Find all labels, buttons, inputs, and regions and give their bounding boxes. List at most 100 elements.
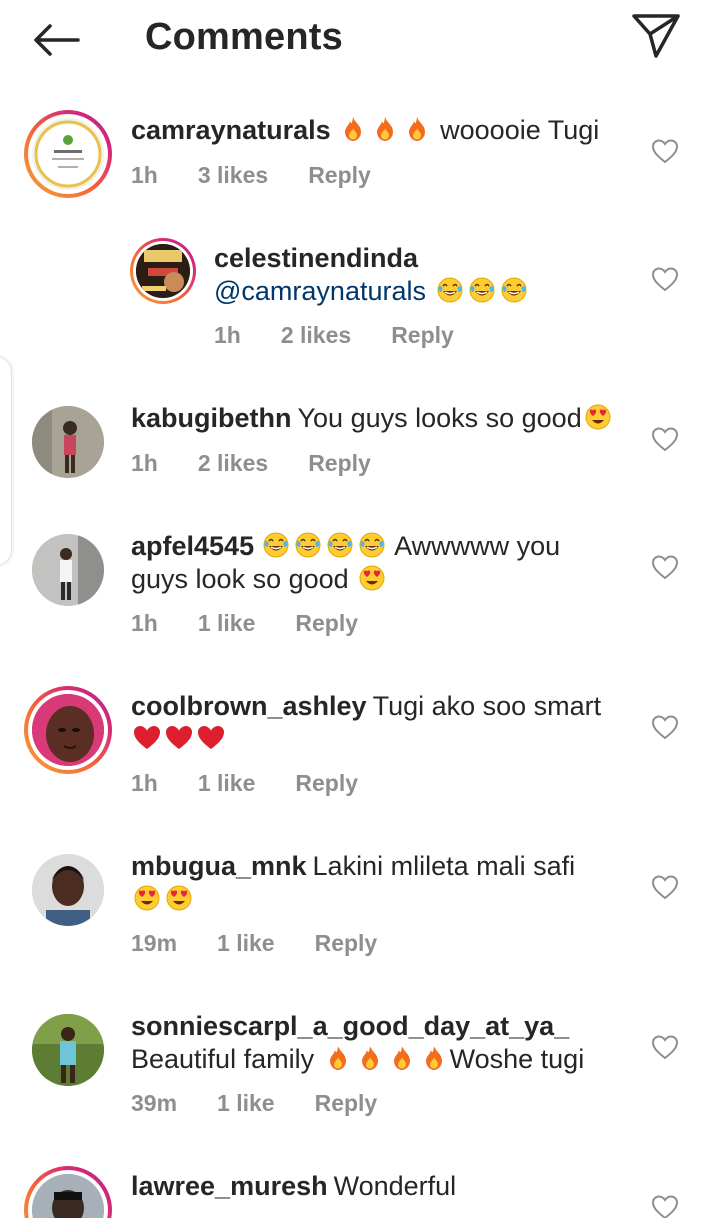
comment-meta: 1h 2 likes Reply bbox=[214, 322, 494, 349]
avatar[interactable] bbox=[32, 534, 104, 606]
avatar[interactable] bbox=[32, 854, 104, 926]
comment-time: 19m bbox=[131, 930, 178, 956]
comment-body: Awwwww you bbox=[394, 531, 561, 561]
comment-username[interactable]: apfel4545 bbox=[131, 531, 254, 561]
comment-time: 1h bbox=[214, 322, 241, 348]
comment-likes[interactable]: 1 like bbox=[198, 770, 256, 796]
comment-username[interactable]: mbugua_mnk bbox=[131, 851, 307, 881]
reply-button[interactable]: Reply bbox=[315, 930, 378, 956]
comment-item: camraynaturals wooooie Tugi 1h 3 likes Rep… bbox=[0, 108, 720, 208]
reply-button[interactable]: Reply bbox=[308, 162, 371, 188]
comment-body: Tugi ako soo smart bbox=[372, 691, 602, 721]
fire-emoji-icon bbox=[376, 117, 393, 141]
comment-username[interactable]: sonniescarpl_a_good_day_at_ya_ bbox=[131, 1011, 569, 1041]
comment-body-line2: guys look so good bbox=[131, 564, 349, 594]
laughing-emoji-icon bbox=[327, 532, 353, 558]
heart-eyes-emoji-icon bbox=[585, 404, 611, 430]
comment-item: coolbrown_ashley Tugi ako soo smart 1h 1 l… bbox=[0, 684, 720, 804]
paper-plane-icon bbox=[632, 14, 680, 58]
header: Comments bbox=[0, 0, 720, 80]
heart-eyes-emoji-icon bbox=[359, 565, 385, 591]
comment-body: Lakini mlileta mali safi bbox=[312, 851, 576, 881]
laughing-emoji-icon bbox=[295, 532, 321, 558]
heart-outline-icon[interactable] bbox=[651, 138, 679, 164]
comment-text: sonniescarpl_a_good_day_at_ya_ Beautiful… bbox=[131, 1010, 584, 1076]
red-heart-emoji-icon bbox=[134, 726, 160, 749]
heart-outline-icon[interactable] bbox=[651, 874, 679, 900]
comment-time: 1h bbox=[131, 450, 158, 476]
avatar[interactable] bbox=[32, 406, 104, 478]
heart-outline-icon[interactable] bbox=[651, 1194, 679, 1218]
comment-body: You guys looks so good bbox=[297, 403, 582, 433]
comment-likes[interactable]: 1 like bbox=[217, 930, 275, 956]
comment-item: kabugibethn You guys looks so good 1h 2 li… bbox=[0, 396, 720, 496]
comment-meta: 1h 1 like Reply bbox=[131, 770, 398, 797]
mention-link[interactable]: @camraynaturals bbox=[214, 276, 426, 306]
comment-body: wooooie Tugi bbox=[440, 115, 600, 145]
avatar[interactable] bbox=[24, 110, 112, 198]
avatar[interactable] bbox=[24, 1166, 112, 1218]
comment-likes[interactable]: 2 likes bbox=[281, 322, 351, 348]
comment-meta: 39m 1 like Reply bbox=[131, 1090, 417, 1117]
comment-likes[interactable]: 3 likes bbox=[198, 162, 268, 188]
comment-item: mbugua_mnk Lakini mlileta mali safi 19m 1 … bbox=[0, 844, 720, 964]
fire-emoji-icon bbox=[329, 1046, 346, 1070]
comment-body: Wonderful bbox=[333, 1171, 457, 1201]
comment-username[interactable]: celestinendinda bbox=[214, 243, 418, 273]
comment-username[interactable]: lawree_muresh bbox=[131, 1171, 328, 1201]
reply-button[interactable]: Reply bbox=[295, 610, 358, 636]
comment-username[interactable]: coolbrown_ashley bbox=[131, 691, 367, 721]
comment-likes[interactable]: 1 like bbox=[217, 1090, 275, 1116]
comment-username[interactable]: camraynaturals bbox=[131, 115, 331, 145]
laughing-emoji-icon bbox=[501, 277, 526, 303]
avatar[interactable] bbox=[32, 1014, 104, 1086]
comment-text: kabugibethn You guys looks so good bbox=[131, 402, 614, 435]
laughing-emoji-icon bbox=[469, 277, 494, 303]
heart-eyes-emoji-icon bbox=[134, 885, 160, 911]
comment-body-line2: Woshe tugi bbox=[449, 1044, 585, 1074]
fire-emoji-icon bbox=[361, 1046, 378, 1070]
comment-time: 39m bbox=[131, 1090, 178, 1116]
fire-emoji-icon bbox=[408, 117, 425, 141]
comment-item: apfel4545 Awwwww you guys look so good 1… bbox=[0, 524, 720, 644]
reply-button[interactable]: Reply bbox=[315, 1090, 378, 1116]
comment-time: 1h bbox=[131, 770, 158, 796]
comment-time: 1h bbox=[131, 610, 158, 636]
comment-reply-item: celestinendinda @camraynaturals 1h 2 like… bbox=[0, 238, 720, 358]
heart-outline-icon[interactable] bbox=[651, 714, 679, 740]
laughing-emoji-icon bbox=[359, 532, 385, 558]
comment-meta: 1h 3 likes Reply bbox=[131, 162, 411, 189]
comment-time: 1h bbox=[131, 162, 158, 188]
comment-body: Beautiful family bbox=[131, 1044, 315, 1074]
reply-button[interactable]: Reply bbox=[308, 450, 371, 476]
comment-item: lawree_muresh Wonderful bbox=[0, 1164, 720, 1218]
avatar[interactable] bbox=[130, 238, 196, 304]
page-title: Comments bbox=[145, 16, 343, 58]
comment-text: apfel4545 Awwwww you guys look so good bbox=[131, 530, 560, 596]
comment-text: celestinendinda @camraynaturals bbox=[214, 242, 530, 308]
laughing-emoji-icon bbox=[263, 532, 289, 558]
avatar[interactable] bbox=[24, 686, 112, 774]
fire-emoji-icon bbox=[425, 1046, 442, 1070]
comment-text: mbugua_mnk Lakini mlileta mali safi bbox=[131, 850, 575, 916]
red-heart-emoji-icon bbox=[198, 726, 224, 749]
heart-outline-icon[interactable] bbox=[651, 1034, 679, 1060]
comment-text: camraynaturals wooooie Tugi bbox=[131, 114, 599, 147]
heart-outline-icon[interactable] bbox=[651, 554, 679, 580]
comment-item: sonniescarpl_a_good_day_at_ya_ Beautiful… bbox=[0, 1004, 720, 1124]
laughing-emoji-icon bbox=[437, 277, 462, 303]
heart-eyes-emoji-icon bbox=[166, 885, 192, 911]
comment-meta: 1h 2 likes Reply bbox=[131, 450, 411, 477]
back-button[interactable] bbox=[26, 18, 86, 62]
reply-button[interactable]: Reply bbox=[295, 770, 358, 796]
comment-likes[interactable]: 2 likes bbox=[198, 450, 268, 476]
comment-likes[interactable]: 1 like bbox=[198, 610, 256, 636]
share-button[interactable] bbox=[628, 10, 684, 60]
reply-button[interactable]: Reply bbox=[391, 322, 454, 348]
back-arrow-icon bbox=[34, 24, 80, 56]
heart-outline-icon[interactable] bbox=[651, 266, 679, 292]
fire-emoji-icon bbox=[344, 117, 361, 141]
comment-username[interactable]: kabugibethn bbox=[131, 403, 292, 433]
heart-outline-icon[interactable] bbox=[651, 426, 679, 452]
comment-text: coolbrown_ashley Tugi ako soo smart bbox=[131, 690, 601, 756]
